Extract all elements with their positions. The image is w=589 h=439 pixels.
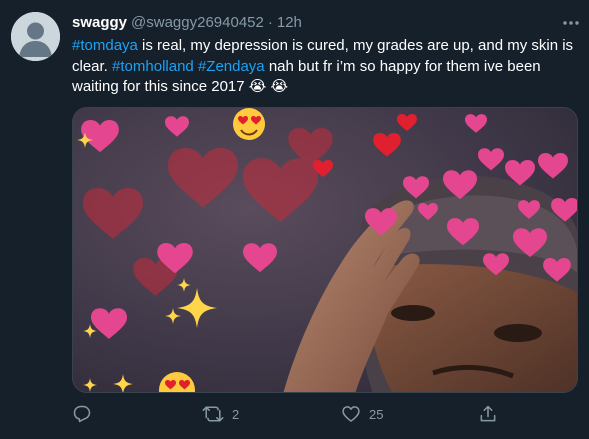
retweet-icon <box>202 406 224 422</box>
avatar[interactable] <box>11 12 60 61</box>
heart-icon <box>342 406 360 422</box>
tweet-actions: 2 25 <box>72 400 502 428</box>
user-handle[interactable]: @swaggy26940452 <box>131 14 264 31</box>
like-count: 25 <box>369 406 384 422</box>
tweet-text: #tomdaya is real, my depression is cured… <box>72 36 582 98</box>
retweet-count: 2 <box>232 406 240 422</box>
hashtag-tomdaya[interactable]: #tomdaya <box>72 37 138 54</box>
tweet-media-image[interactable] <box>72 107 578 393</box>
tweet-card[interactable]: swaggy @swaggy26940452 · 12h #tomdaya is… <box>0 0 589 439</box>
timestamp[interactable]: 12h <box>277 14 302 31</box>
share-button[interactable] <box>478 400 506 428</box>
retweet-button[interactable]: 2 <box>202 400 239 428</box>
more-icon <box>563 21 579 25</box>
separator-dot: · <box>267 14 273 31</box>
like-button[interactable]: 25 <box>341 400 383 428</box>
reply-button[interactable] <box>72 400 100 428</box>
crying-emoji: 😭 😭 <box>248 78 288 95</box>
tweet-header: swaggy @swaggy26940452 · 12h <box>72 14 302 31</box>
reply-icon <box>73 405 91 423</box>
more-options-button[interactable] <box>560 14 582 32</box>
display-name[interactable]: swaggy <box>72 14 127 31</box>
hashtag-tomholland[interactable]: #tomholland <box>112 58 194 75</box>
hashtag-zendaya[interactable]: #Zendaya <box>198 58 265 75</box>
share-icon <box>480 405 496 422</box>
